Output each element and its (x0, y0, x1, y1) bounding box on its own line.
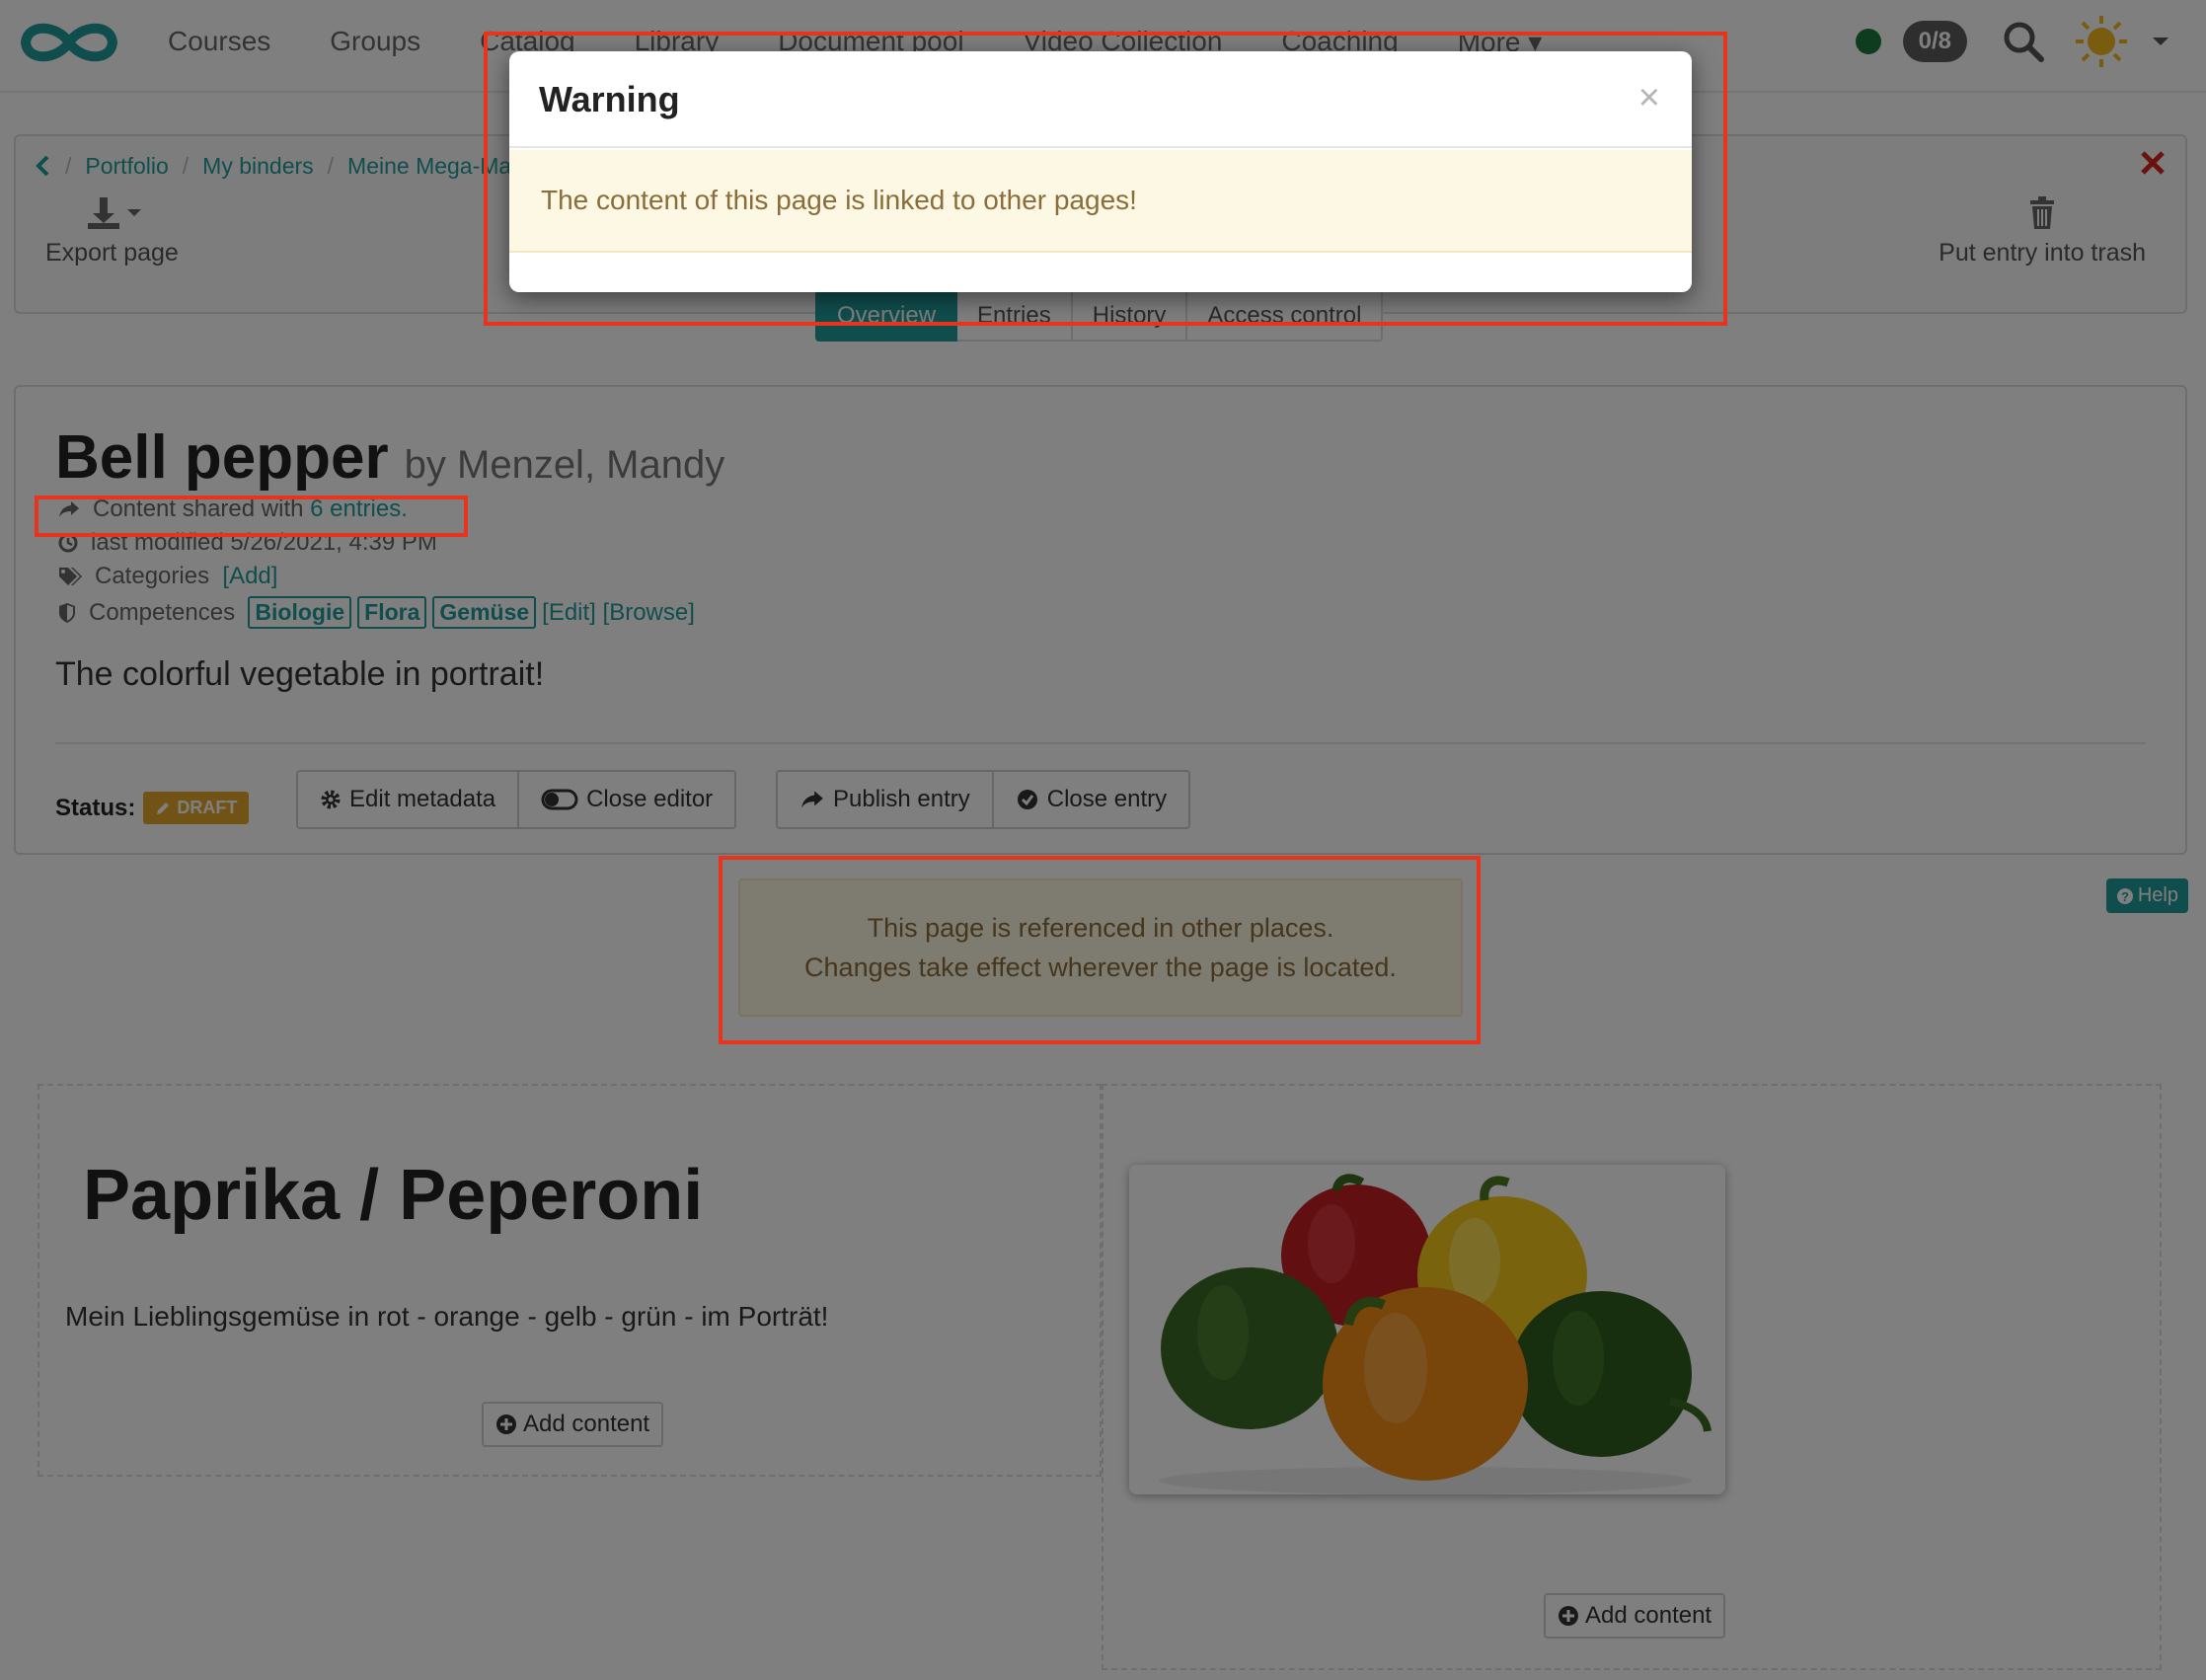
highlight-frame-shared-info (35, 496, 468, 537)
highlight-frame-dialog (484, 32, 1727, 326)
highlight-frame-referenced-warning (719, 856, 1481, 1044)
